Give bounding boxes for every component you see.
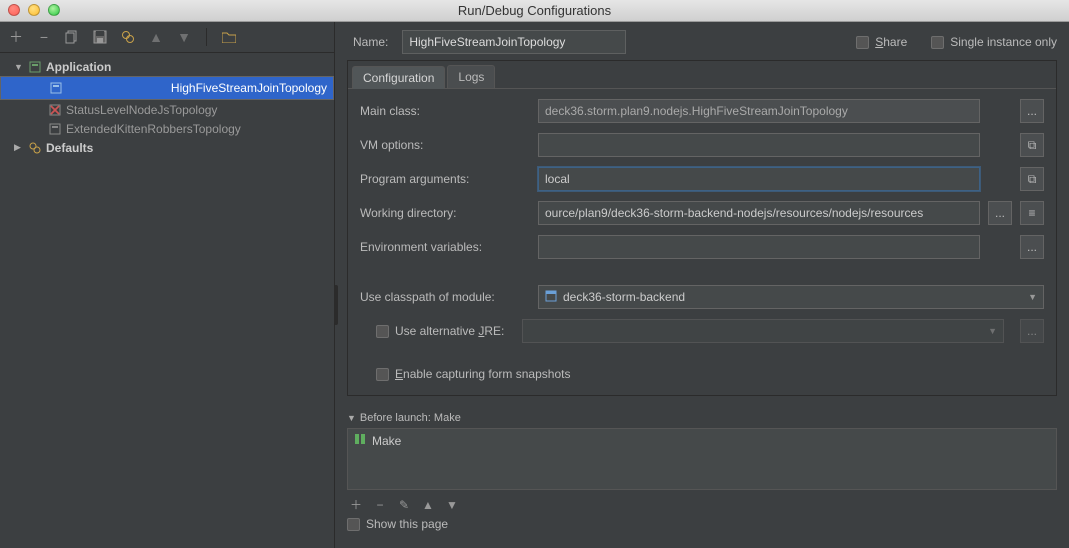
single-instance-checkbox[interactable]: Single instance only xyxy=(931,35,1057,49)
tree-item-highfive[interactable]: HighFiveStreamJoinTopology xyxy=(0,76,334,100)
main-class-label: Main class: xyxy=(360,104,530,118)
alt-jre-browse-button[interactable]: ... xyxy=(1020,319,1044,343)
name-input[interactable] xyxy=(402,30,626,54)
move-task-up-button[interactable]: ▲ xyxy=(421,498,435,512)
env-vars-label: Environment variables: xyxy=(360,240,530,254)
tree-label: Defaults xyxy=(46,141,93,155)
name-row: Name: Share Single instance only xyxy=(347,30,1057,54)
alt-jre-row: Use alternative JRE: ▼ ... xyxy=(360,319,1044,343)
edit-task-button[interactable]: ✎ xyxy=(397,498,411,512)
vm-options-label: VM options: xyxy=(360,138,530,152)
snapshots-checkbox[interactable]: Enable capturing form snapshots xyxy=(360,367,1044,381)
name-label: Name: xyxy=(347,35,392,49)
share-label-rest: hare xyxy=(883,35,907,49)
tree-label: HighFiveStreamJoinTopology xyxy=(171,81,327,95)
sidebar-toolbar: ＋ − ▲ ▼ xyxy=(0,22,334,52)
checkbox-box-icon xyxy=(376,368,389,381)
remove-task-button[interactable]: − xyxy=(373,498,387,512)
checkbox-box-icon xyxy=(931,36,944,49)
make-task-icon xyxy=(354,433,366,448)
tab-configuration[interactable]: Configuration xyxy=(352,66,445,89)
form-spacer xyxy=(360,269,1044,275)
collapse-arrow-icon: ▶ xyxy=(14,142,24,153)
close-window-button[interactable] xyxy=(8,4,20,16)
window-title: Run/Debug Configurations xyxy=(0,3,1069,18)
env-vars-input[interactable] xyxy=(538,235,980,259)
zoom-window-button[interactable] xyxy=(48,4,60,16)
tree-item-kittenrobbers[interactable]: ExtendedKittenRobbersTopology xyxy=(0,119,334,138)
tree-group-defaults[interactable]: ▶ Defaults xyxy=(0,138,334,157)
tabs: Configuration Logs xyxy=(348,61,1056,89)
tree-label: StatusLevelNodeJsTopology xyxy=(66,103,217,117)
tree-group-application[interactable]: ▼ Application xyxy=(0,57,334,76)
tree-label: ExtendedKittenRobbersTopology xyxy=(66,122,241,136)
classpath-label: Use classpath of module: xyxy=(360,290,530,304)
move-up-button[interactable]: ▲ xyxy=(148,29,164,45)
dropdown-arrow-icon: ▼ xyxy=(988,326,997,336)
before-launch-list[interactable]: Make xyxy=(347,428,1057,490)
window-traffic-lights xyxy=(8,4,60,16)
expand-arrow-icon: ▼ xyxy=(14,62,24,72)
run-config-error-icon xyxy=(48,103,62,117)
module-icon xyxy=(545,290,557,305)
alt-jre-checkbox[interactable]: Use alternative JRE: xyxy=(360,324,514,338)
copy-config-button[interactable] xyxy=(64,29,80,45)
share-checkbox[interactable]: Share xyxy=(856,35,907,49)
run-config-icon xyxy=(49,81,63,95)
checkbox-box-icon xyxy=(376,325,389,338)
vm-options-input[interactable] xyxy=(538,133,980,157)
config-form: Main class: ... VM options: ⧉ Program ar… xyxy=(348,89,1056,395)
edit-defaults-button[interactable] xyxy=(120,29,136,45)
show-this-page-checkbox[interactable]: Show this page xyxy=(347,517,1057,531)
program-args-label: Program arguments: xyxy=(360,172,530,186)
dropdown-arrow-icon: ▼ xyxy=(1028,292,1037,302)
main-class-input[interactable] xyxy=(538,99,980,123)
run-config-icon xyxy=(48,122,62,136)
program-args-expand-button[interactable]: ⧉ xyxy=(1020,167,1044,191)
alt-jre-select[interactable]: ▼ xyxy=(522,319,1004,343)
sidebar: ＋ − ▲ ▼ ▼ Application xyxy=(0,22,335,548)
env-vars-browse-button[interactable]: ... xyxy=(1020,235,1044,259)
before-launch-title: Before launch: Make xyxy=(360,412,461,424)
move-down-button[interactable]: ▼ xyxy=(176,29,192,45)
minimize-window-button[interactable] xyxy=(28,4,40,16)
application-group-icon xyxy=(28,60,42,74)
single-instance-label: Single instance only xyxy=(950,35,1057,49)
before-launch-item[interactable]: Make xyxy=(350,431,1054,450)
working-dir-list-button[interactable]: ≡ xyxy=(1020,201,1044,225)
classpath-module-select[interactable]: deck36-storm-backend ▼ xyxy=(538,285,1044,309)
working-dir-browse-button[interactable]: ... xyxy=(988,201,1012,225)
window-titlebar: Run/Debug Configurations xyxy=(0,0,1069,22)
tab-logs[interactable]: Logs xyxy=(447,65,495,88)
checkbox-box-icon xyxy=(856,36,869,49)
before-launch-toolbar: ＋ − ✎ ▲ ▼ xyxy=(347,490,1057,517)
vm-options-expand-button[interactable]: ⧉ xyxy=(1020,133,1044,157)
move-task-down-button[interactable]: ▼ xyxy=(445,498,459,512)
splitter-handle[interactable] xyxy=(334,285,338,325)
remove-config-button[interactable]: − xyxy=(36,29,52,45)
main-class-browse-button[interactable]: ... xyxy=(1020,99,1044,123)
main-panel: Name: Share Single instance only Configu… xyxy=(335,22,1069,548)
config-panel: Configuration Logs Main class: ... VM op… xyxy=(347,60,1057,396)
before-launch-section: ▼ Before launch: Make Make ＋ − ✎ ▲ ▼ Sho… xyxy=(347,410,1057,531)
config-tree: ▼ Application HighFiveStreamJoinTopology… xyxy=(0,53,334,161)
save-config-button[interactable] xyxy=(92,29,108,45)
working-dir-input[interactable] xyxy=(538,201,980,225)
tree-label: Application xyxy=(46,60,111,74)
show-this-page-label: Show this page xyxy=(366,517,448,531)
defaults-group-icon xyxy=(28,141,42,155)
before-launch-header[interactable]: ▼ Before launch: Make xyxy=(347,410,1057,428)
program-args-input[interactable] xyxy=(538,167,980,191)
checkbox-box-icon xyxy=(347,518,360,531)
add-config-button[interactable]: ＋ xyxy=(8,29,24,45)
before-launch-item-label: Make xyxy=(372,434,401,448)
working-dir-label: Working directory: xyxy=(360,206,530,220)
classpath-module-value: deck36-storm-backend xyxy=(563,290,685,304)
tree-item-statuslevel[interactable]: StatusLevelNodeJsTopology xyxy=(0,100,334,119)
toolbar-separator xyxy=(206,28,207,46)
folder-button[interactable] xyxy=(221,29,237,45)
collapse-arrow-icon: ▼ xyxy=(347,413,356,423)
form-spacer xyxy=(360,353,1044,357)
add-task-button[interactable]: ＋ xyxy=(349,496,363,513)
